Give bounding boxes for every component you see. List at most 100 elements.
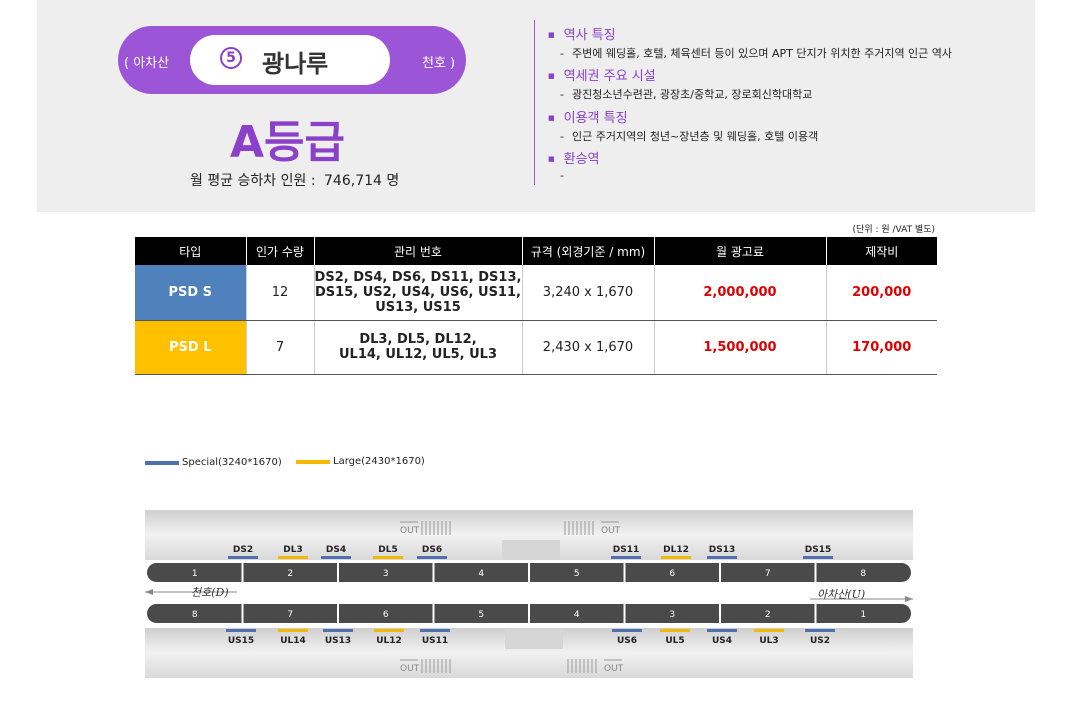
info-rider-features: 이용객 특징 인근 주거지역의 청년~장년층 및 웨딩홀, 호텔 이용객 — [548, 107, 819, 144]
ad-label-ul12: UL12 — [376, 636, 402, 646]
info-title: 환승역 — [548, 148, 600, 167]
top-train: 1 2 3 4 5 6 7 8 — [147, 563, 911, 582]
header-divider — [534, 20, 535, 185]
dir-up-arrow-head — [905, 596, 913, 602]
ad-label-ds4: DS4 — [326, 545, 346, 555]
codes-line: UL14, UL12, UL5, UL3 — [338, 347, 498, 362]
dir-down-label: 천호(D) — [191, 586, 229, 599]
legend-special: Special(3240*1670) — [145, 457, 282, 468]
ad-label-ds15: DS15 — [805, 545, 831, 555]
info-desc: 광진청소년수련관, 광장초/중학교, 장로회신학대학교 — [560, 86, 812, 102]
monthly-riders-label: 월 평균 승하차 인원 : — [190, 173, 316, 189]
ad-label-us15: US15 — [228, 636, 254, 646]
info-transfer: 환승역 — [548, 148, 600, 182]
train-car-number: 1 — [192, 569, 198, 579]
ad-label-us6: US6 — [617, 636, 637, 646]
ad-marker-dl3 — [278, 556, 308, 559]
table-row: PSD S 12 DS2, DS4, DS6, DS11, DS13, DS15… — [135, 265, 937, 321]
ad-label-dl3: DL3 — [283, 545, 302, 555]
info-desc: 인근 주거지역의 청년~장년층 및 웨딩홀, 호텔 이용객 — [560, 128, 818, 144]
codes-line: US13, US15 — [375, 299, 461, 315]
ad-marker-us13 — [323, 629, 353, 632]
dir-up-label: 아차산(U) — [817, 588, 865, 601]
ad-label-dl5: DL5 — [378, 545, 397, 555]
ad-marker-ds2 — [228, 556, 258, 559]
ad-price-table: 타입 인가 수량 관리 번호 규격 (외경기준 / mm) 월 광고료 제작비 … — [135, 237, 937, 375]
col-header-production-fee: 제작비 — [826, 237, 937, 265]
ad-label-us13: US13 — [325, 636, 351, 646]
legend-special-label: Special(3240*1670) — [182, 457, 282, 468]
table-row: PSD L 7 DL3, DL5, DL12, UL14, UL12, UL5,… — [135, 320, 937, 375]
bottom-train: 8 7 6 5 4 3 2 1 — [147, 604, 911, 623]
station-grade: A등급 — [230, 117, 346, 168]
train-car-number: 7 — [287, 610, 293, 620]
ad-label-us2: US2 — [810, 636, 830, 646]
info-title: 이용객 특징 — [548, 107, 818, 126]
table-header-row: 타입 인가 수량 관리 번호 규격 (외경기준 / mm) 월 광고료 제작비 — [135, 237, 937, 265]
ad-marker-us15 — [226, 629, 256, 632]
train-car-number: 5 — [574, 569, 580, 579]
exit-out-label: OUT — [400, 664, 420, 674]
ad-marker-us2 — [805, 629, 835, 632]
ad-marker-ds15 — [803, 556, 833, 559]
dir-down-arrow-head — [145, 589, 153, 595]
type-cell: PSD L — [135, 320, 247, 375]
size-cell: 3,240 x 1,670 — [522, 265, 655, 321]
ad-marker-ds11 — [611, 556, 641, 559]
legend-large-label: Large(2430*1670) — [333, 456, 425, 467]
legend-large-swatch — [296, 459, 330, 464]
train-car-number: 4 — [478, 569, 484, 579]
info-title: 역세권 주요 시설 — [548, 65, 812, 84]
ad-marker-ul14 — [278, 629, 308, 632]
ad-label-ul14: UL14 — [280, 636, 306, 646]
ad-marker-ds4 — [321, 556, 351, 559]
exit-out-label: OUT — [400, 526, 420, 536]
train-car-number: 6 — [383, 610, 389, 620]
col-header-codes: 관리 번호 — [314, 237, 523, 265]
col-header-size: 규격 (외경기준 / mm) — [522, 237, 655, 265]
info-desc: 주변에 웨딩홀, 호텔, 체육센터 등이 있으며 APT 단지가 위치한 주거지… — [560, 45, 952, 61]
ad-marker-ul5 — [660, 629, 690, 632]
train-car-number: 7 — [765, 569, 771, 579]
ad-label-us11: US11 — [422, 636, 448, 646]
train-car-number: 1 — [860, 610, 866, 620]
unit-note: (단위 : 원 /VAT 별도) — [852, 225, 935, 235]
next-station-label: 천호 ) — [422, 56, 456, 71]
ad-marker-dl5 — [373, 556, 403, 559]
ad-label-ds11: DS11 — [613, 545, 639, 555]
ad-label-ul3: UL3 — [759, 636, 778, 646]
ad-marker-us11 — [420, 629, 450, 632]
ad-label-ds2: DS2 — [233, 545, 253, 555]
ad-label-dl12: DL12 — [663, 545, 689, 555]
ad-marker-dl12 — [661, 556, 691, 559]
monthly-fee-cell: 1,500,000 — [654, 320, 827, 375]
qty-cell: 7 — [246, 320, 315, 375]
train-car-number: 2 — [287, 569, 293, 579]
ad-marker-us6 — [612, 629, 642, 632]
ad-marker-ds13 — [707, 556, 737, 559]
codes-cell: DS2, DS4, DS6, DS11, DS13, DS15, US2, US… — [314, 265, 523, 321]
info-station-features: 역사 특징 주변에 웨딩홀, 호텔, 체육센터 등이 있으며 APT 단지가 위… — [548, 24, 952, 61]
station-number-badge: 5 — [220, 47, 242, 69]
train-car-number: 2 — [765, 610, 771, 620]
ad-label-ds13: DS13 — [709, 545, 735, 555]
ad-label-ul5: UL5 — [665, 636, 684, 646]
legend-large: Large(2430*1670) — [296, 456, 425, 467]
qty-cell: 12 — [246, 265, 315, 321]
prev-station-label: ( 아차산 — [124, 56, 170, 71]
train-car-number: 5 — [478, 610, 484, 620]
ad-marker-ds6 — [417, 556, 447, 559]
train-car-number: 6 — [669, 569, 675, 579]
info-desc — [560, 169, 600, 182]
monthly-riders: 월 평균 승하차 인원 : 746,714 명 — [190, 170, 399, 190]
monthly-fee-cell: 2,000,000 — [654, 265, 827, 321]
ad-label-us4: US4 — [712, 636, 732, 646]
bottom-platform-gap — [505, 629, 563, 649]
size-cell: 2,430 x 1,670 — [522, 320, 655, 375]
codes-line: DS2, DS4, DS6, DS11, DS13, — [314, 269, 522, 285]
production-fee-cell: 170,000 — [826, 320, 937, 375]
col-header-monthly-fee: 월 광고료 — [654, 237, 827, 265]
ad-label-ds6: DS6 — [422, 545, 442, 555]
train-car-number: 3 — [669, 610, 675, 620]
top-platform-gap — [502, 540, 560, 560]
